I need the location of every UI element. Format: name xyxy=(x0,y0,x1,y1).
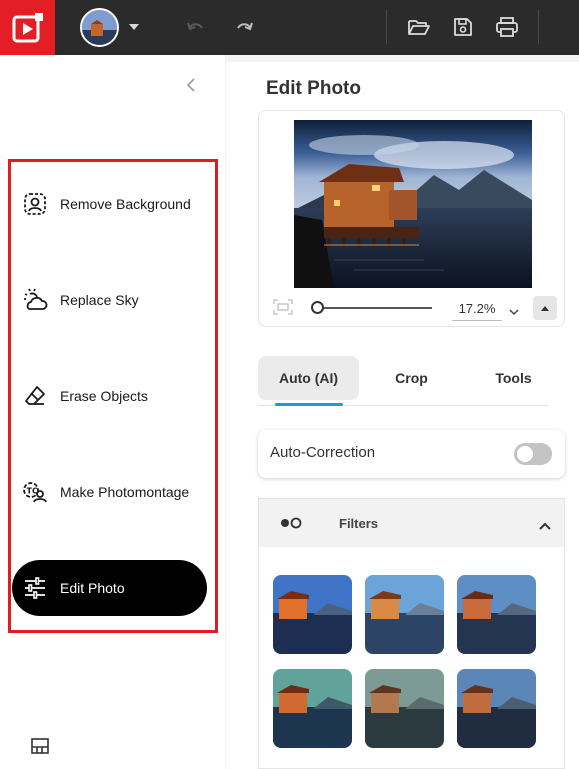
panel-title: Edit Photo xyxy=(266,78,361,99)
zoom-slider-track[interactable] xyxy=(317,307,432,309)
filter-thumbnail[interactable] xyxy=(457,669,536,748)
tool-label: Replace Sky xyxy=(60,292,139,308)
redo-icon[interactable] xyxy=(231,14,257,40)
top-toolbar xyxy=(0,0,579,55)
auto-correction-toggle[interactable] xyxy=(514,443,552,465)
photo-preview xyxy=(294,120,532,288)
tool-make-photomontage[interactable]: TC Make Photomontage xyxy=(12,464,207,520)
edit-photo-panel: Edit Photo 17.2% Auto (AI) Crop Tools Au… xyxy=(226,62,579,769)
eraser-icon xyxy=(22,383,48,409)
chevron-down-icon[interactable] xyxy=(129,24,139,30)
tool-remove-background[interactable]: Remove Background xyxy=(12,176,207,232)
toggle-knob xyxy=(517,446,533,462)
toolbar-separator xyxy=(386,10,387,44)
save-icon[interactable] xyxy=(450,14,476,40)
chevron-left-icon[interactable] xyxy=(183,75,199,95)
sliders-icon xyxy=(22,575,48,601)
filter-thumbnail[interactable] xyxy=(365,669,444,748)
auto-correction-card: Auto-Correction xyxy=(258,430,565,478)
zoom-value[interactable]: 17.2% xyxy=(452,297,502,321)
sun-cloud-icon xyxy=(22,287,48,313)
filter-thumbnail[interactable] xyxy=(273,669,352,748)
chevron-up-icon[interactable] xyxy=(539,518,551,530)
tab-auto-ai[interactable]: Auto (AI) xyxy=(258,356,359,400)
folder-open-icon[interactable] xyxy=(406,14,432,40)
tool-label: Make Photomontage xyxy=(60,484,190,500)
print-icon[interactable] xyxy=(494,14,520,40)
filter-thumbnail[interactable] xyxy=(273,575,352,654)
tools-sidebar: Remove Background Replace Sky Erase Obje… xyxy=(0,55,225,769)
filters-header[interactable]: Filters xyxy=(259,499,564,547)
filter-thumbnail[interactable] xyxy=(457,575,536,654)
zoom-slider-handle[interactable] xyxy=(311,301,324,314)
tool-edit-photo[interactable]: Edit Photo xyxy=(12,560,207,616)
collapse-preview-button[interactable] xyxy=(533,296,557,320)
photomontage-icon: TC xyxy=(22,479,48,505)
tool-label: Edit Photo xyxy=(60,580,125,596)
triangle-up-icon xyxy=(541,306,549,311)
edit-tabs: Auto (AI) Crop Tools xyxy=(258,356,548,406)
active-tab-indicator xyxy=(275,403,343,406)
tab-tools[interactable]: Tools xyxy=(463,356,564,400)
filter-thumbnail[interactable] xyxy=(365,575,444,654)
tool-label: Erase Objects xyxy=(60,388,148,404)
app-logo-icon[interactable] xyxy=(0,0,55,55)
auto-correction-label: Auto-Correction xyxy=(270,444,376,461)
tab-crop[interactable]: Crop xyxy=(361,356,462,400)
filters-icon xyxy=(279,516,303,530)
filters-label: Filters xyxy=(339,516,379,531)
layout-toggle-icon[interactable] xyxy=(31,738,49,754)
filters-section: Filters xyxy=(258,498,565,769)
photo-preview-card: 17.2% xyxy=(258,110,565,327)
chevron-down-icon[interactable] xyxy=(509,303,519,316)
fit-to-screen-icon[interactable] xyxy=(273,299,293,315)
tool-label: Remove Background xyxy=(60,196,191,212)
undo-icon[interactable] xyxy=(183,14,209,40)
tool-erase-objects[interactable]: Erase Objects xyxy=(12,368,207,424)
person-frame-icon xyxy=(22,191,48,217)
photo-avatar[interactable] xyxy=(80,8,119,47)
tool-replace-sky[interactable]: Replace Sky xyxy=(12,272,207,328)
toolbar-separator xyxy=(538,10,539,44)
